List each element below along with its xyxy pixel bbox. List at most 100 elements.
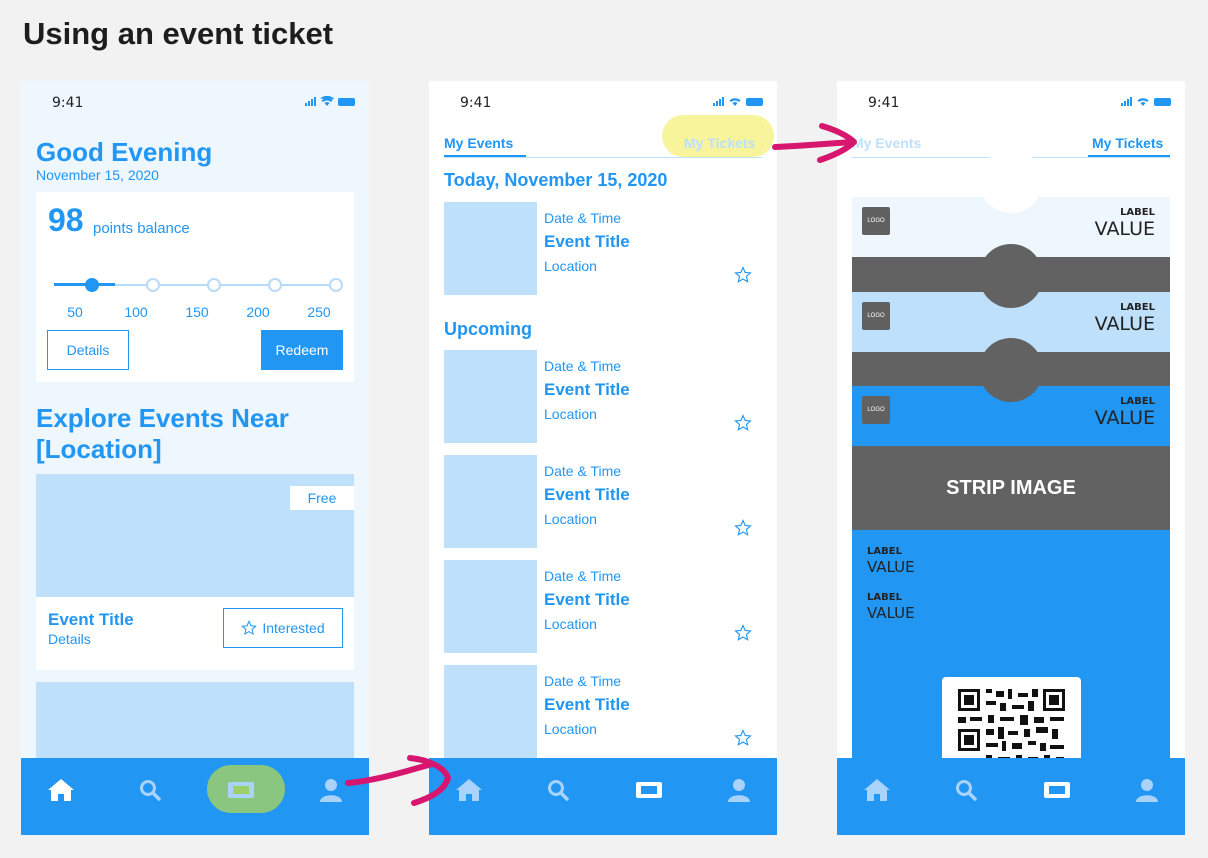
interested-button[interactable]: Interested (223, 608, 343, 648)
status-time: 9:41 (52, 95, 84, 111)
points-value: 98 (48, 202, 84, 238)
event-details: Details (48, 631, 91, 647)
event-thumbnail (444, 202, 537, 295)
field-label: LABEL (867, 592, 902, 603)
event-title: Event Title (544, 695, 630, 714)
tab-bar (429, 758, 777, 835)
list-item[interactable]: Date & Time Event Title Location (444, 202, 762, 295)
star-icon[interactable] (734, 414, 752, 432)
home-icon[interactable] (46, 776, 76, 804)
ticket-icon[interactable] (1042, 776, 1072, 804)
event-location: Location (544, 616, 597, 632)
my-tickets-screen: 9:41 My Events My Tickets LOGO LABEL VAL… (837, 81, 1185, 835)
ticket-logo: LOGO (862, 207, 890, 235)
list-item[interactable]: Date & Time Event Title Location (444, 350, 762, 443)
slider-knob[interactable] (85, 278, 99, 292)
ticket-icon[interactable] (634, 776, 664, 804)
profile-icon[interactable] (1132, 776, 1162, 804)
slider-tick-label: 200 (246, 304, 270, 320)
search-icon[interactable] (135, 776, 165, 804)
redeem-button[interactable]: Redeem (261, 330, 343, 370)
slider-tick-label: 150 (185, 304, 209, 320)
active-tab-indicator (444, 155, 526, 157)
event-datetime: Date & Time (544, 358, 622, 374)
event-thumbnail (444, 560, 537, 653)
slider-stop (146, 278, 160, 292)
strip-image: STRIP IMAGE (852, 446, 1170, 530)
event-location: Location (544, 406, 597, 422)
event-datetime: Date & Time (544, 463, 622, 479)
today-heading: Today, November 15, 2020 (444, 170, 668, 190)
event-location: Location (544, 258, 597, 274)
battery-icon (338, 98, 355, 106)
price-tag: Free (290, 486, 354, 510)
qr-code-icon (958, 689, 1065, 761)
ticket-label: LABEL (1120, 207, 1155, 218)
event-location: Location (544, 721, 597, 737)
greeting-date: November 15, 2020 (36, 167, 159, 183)
status-bar: 9:41 (837, 81, 1185, 125)
status-time: 9:41 (460, 95, 492, 111)
profile-icon[interactable] (724, 776, 754, 804)
greeting-heading: Good Evening (36, 137, 213, 167)
wifi-icon (729, 98, 741, 106)
list-item[interactable]: Date & Time Event Title Location (444, 665, 762, 758)
signal-icon (305, 97, 316, 106)
status-time: 9:41 (868, 95, 900, 111)
event-datetime: Date & Time (544, 210, 622, 226)
star-icon[interactable] (734, 519, 752, 537)
signal-icon (713, 97, 724, 106)
details-button[interactable]: Details (47, 330, 129, 370)
tab-bar (21, 758, 369, 835)
qr-code (942, 677, 1081, 767)
search-icon[interactable] (543, 776, 573, 804)
ticket-logo: LOGO (862, 302, 890, 330)
star-icon[interactable] (734, 729, 752, 747)
event-title: Event Title (544, 485, 630, 504)
home-icon[interactable] (862, 776, 892, 804)
tab-my-events[interactable]: My Events (444, 135, 513, 151)
star-icon[interactable] (734, 624, 752, 642)
upcoming-heading: Upcoming (444, 319, 532, 339)
explore-heading: Explore Events Near [Location] (36, 403, 289, 464)
field-label: LABEL (867, 546, 902, 557)
event-thumbnail (444, 665, 537, 758)
star-icon[interactable] (734, 266, 752, 284)
slider-stop (329, 278, 343, 292)
event-thumbnail (444, 455, 537, 548)
signal-icon (1121, 97, 1132, 106)
active-tab-indicator (1088, 155, 1170, 157)
tab-bar (837, 758, 1185, 835)
event-image: Free (36, 474, 354, 597)
wifi-icon (320, 96, 334, 106)
slider-tick-label: 100 (124, 304, 148, 320)
field-value: VALUE (867, 558, 915, 576)
field-value: VALUE (867, 604, 915, 622)
tab-my-tickets[interactable]: My Tickets (684, 135, 755, 151)
interested-label: Interested (262, 620, 325, 636)
points-card: 98 points balance 50 100 150 200 250 Det… (36, 192, 354, 382)
star-icon (241, 620, 258, 636)
ticket-value: VALUE (1094, 407, 1155, 429)
event-datetime: Date & Time (544, 673, 622, 689)
event-card[interactable]: Free Event Title Details Interested (36, 474, 354, 670)
slider-stop (268, 278, 282, 292)
tab-my-events[interactable]: My Events (852, 135, 921, 151)
page-title: Using an event ticket (23, 16, 334, 51)
points-slider[interactable] (54, 276, 343, 296)
tab-my-tickets[interactable]: My Tickets (1092, 135, 1163, 151)
list-item[interactable]: Date & Time Event Title Location (444, 455, 762, 548)
event-title: Event Title (544, 380, 630, 399)
ticket-icon[interactable] (226, 776, 256, 804)
wifi-icon (1137, 98, 1149, 106)
home-icon[interactable] (454, 776, 484, 804)
event-title: Event Title (544, 232, 630, 251)
list-item[interactable]: Date & Time Event Title Location (444, 560, 762, 653)
my-events-screen: 9:41 My Events My Tickets Today, Novembe… (429, 81, 777, 835)
slider-tick-label: 50 (67, 304, 83, 320)
profile-icon[interactable] (316, 776, 346, 804)
event-location: Location (544, 511, 597, 527)
search-icon[interactable] (951, 776, 981, 804)
ticket-value: VALUE (1094, 218, 1155, 240)
battery-icon (746, 98, 763, 106)
